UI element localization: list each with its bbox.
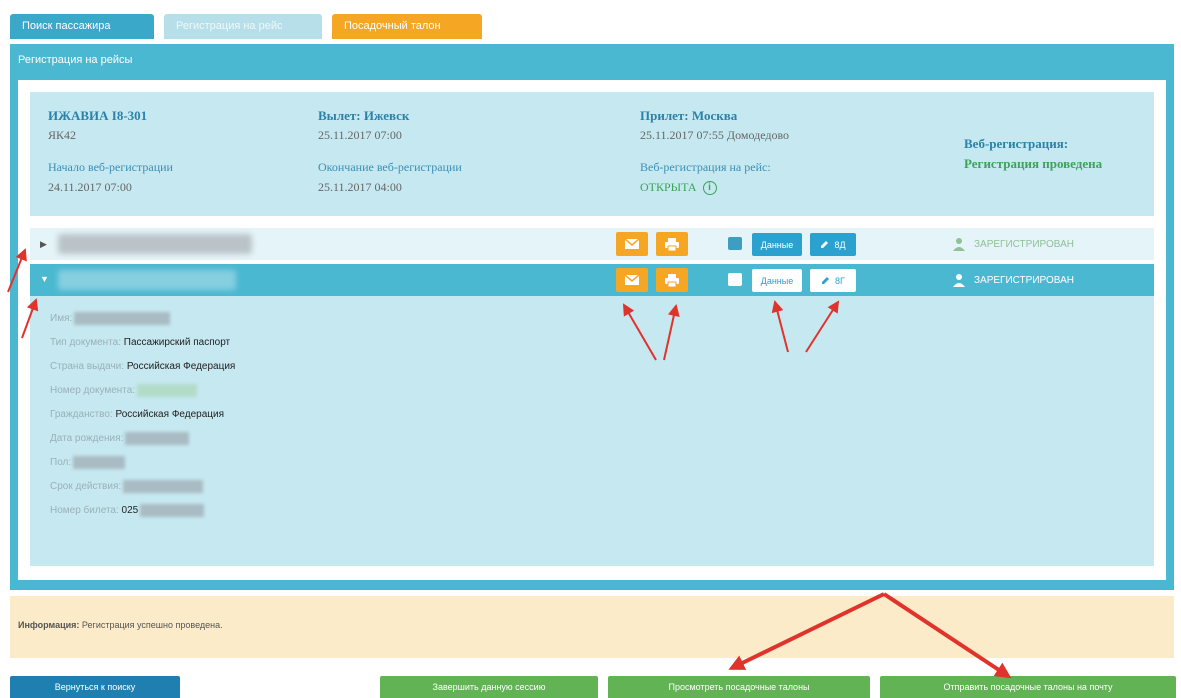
departure-label: Вылет: Ижевск — [318, 108, 410, 123]
citizenship-label: Гражданство: — [50, 408, 113, 420]
back-to-search-button[interactable]: Вернуться к поиску — [10, 676, 180, 698]
doc-number-redacted — [137, 383, 198, 397]
name-label: Имя: — [50, 312, 73, 324]
birth-redacted — [125, 431, 190, 445]
validity-redacted — [123, 479, 204, 493]
departure-time: 25.11.2017 07:00 — [318, 128, 402, 142]
seat-button[interactable]: 8Д — [810, 233, 856, 256]
webreg-flight-label: Веб-регистрация на рейс: — [640, 160, 771, 174]
panel-body: ИЖАВИА I8-301 ЯК42 Начало веб-регистраци… — [18, 80, 1166, 580]
webreg-status: Регистрация проведена — [964, 156, 1103, 171]
email-button[interactable] — [616, 268, 648, 292]
expand-icon[interactable]: ▶ — [40, 239, 47, 250]
baggage-icon — [728, 273, 742, 286]
detail-name: Имя: — [50, 310, 171, 326]
notice-label: Информация: — [18, 620, 80, 630]
flight-number: ИЖАВИА I8-301 — [48, 108, 148, 123]
registration-panel: Регистрация на рейсы ИЖАВИА I8-301 ЯК42 … — [10, 44, 1174, 590]
pencil-icon — [821, 241, 829, 248]
doc-number-label: Номер документа: — [50, 384, 136, 396]
flight-info: ИЖАВИА I8-301 ЯК42 Начало веб-регистраци… — [30, 92, 1154, 216]
passenger-data-button[interactable]: Данные — [752, 233, 802, 256]
detail-doc-type: Тип документа: Пассажирский паспорт — [50, 334, 230, 350]
user-icon — [953, 274, 965, 287]
ticket-prefix: 025 — [121, 504, 139, 516]
seat-label: 8Д — [834, 239, 846, 250]
panel-title: Регистрация на рейсы — [18, 54, 133, 66]
user-icon — [953, 238, 965, 251]
print-button[interactable] — [656, 232, 688, 256]
seat-button[interactable]: 8Г — [810, 269, 856, 292]
detail-ticket: Номер билета: 025 — [50, 502, 205, 518]
webreg-end-value: 25.11.2017 04:00 — [318, 180, 402, 194]
status-label: ЗАРЕГИСТРИРОВАН — [974, 238, 1074, 250]
detail-birth: Дата рождения: — [50, 430, 190, 446]
arrival-label: Прилет: Москва — [640, 108, 738, 123]
seat-label: 8Г — [835, 275, 845, 286]
country-value: Российская Федерация — [126, 360, 236, 372]
aircraft-type: ЯК42 — [48, 128, 77, 142]
status-label: ЗАРЕГИСТРИРОВАН — [974, 274, 1074, 286]
passenger-data-button[interactable]: Данные — [752, 269, 802, 292]
print-button[interactable] — [656, 268, 688, 292]
webreg-flight-status-wrap: ОТКРЫТА i — [640, 180, 717, 195]
collapse-icon[interactable]: ▼ — [40, 274, 49, 284]
passenger-row[interactable]: ▶ Данные 8Д ЗАРЕГИСТРИРОВАН — [30, 228, 1154, 260]
passenger-details: Имя: Тип документа: Пассажирский паспорт… — [30, 296, 1154, 566]
webreg-flight-status: ОТКРЫТА — [640, 180, 697, 194]
detail-doc-number: Номер документа: — [50, 382, 198, 398]
detail-validity: Срок действия: — [50, 478, 204, 494]
printer-icon — [665, 273, 679, 287]
tab-flight-registration[interactable]: Регистрация на рейс — [164, 14, 322, 39]
registration-status: ЗАРЕГИСТРИРОВАН — [952, 273, 1074, 287]
notice-text: Информация: Регистрация успешно проведен… — [18, 620, 223, 630]
view-boarding-passes-button[interactable]: Просмотреть посадочные талоны — [608, 676, 870, 698]
data-button-label: Данные — [760, 239, 794, 250]
detail-country: Страна выдачи: Российская Федерация — [50, 358, 235, 374]
passenger-row-expanded[interactable]: ▼ Данные 8Г ЗАРЕГИСТРИРОВАН — [30, 264, 1154, 296]
email-button[interactable] — [616, 232, 648, 256]
webreg-end-label: Окончание веб-регистрации — [318, 160, 462, 174]
tab-boarding-pass[interactable]: Посадочный талон — [332, 14, 482, 39]
info-icon[interactable]: i — [702, 181, 717, 195]
doc-type-label: Тип документа: — [50, 336, 121, 348]
webreg-start-label: Начало веб-регистрации — [48, 160, 173, 174]
country-label: Страна выдачи: — [50, 360, 125, 372]
passenger-name-redacted — [58, 270, 236, 290]
pencil-icon — [822, 277, 830, 284]
notice-message: Регистрация успешно проведена. — [81, 620, 223, 630]
tab-passenger-search[interactable]: Поиск пассажира — [10, 14, 154, 39]
ticket-label: Номер билета: — [50, 504, 119, 516]
ticket-redacted — [140, 503, 205, 517]
envelope-icon — [625, 275, 639, 285]
webreg-start-value: 24.11.2017 07:00 — [48, 180, 132, 194]
envelope-icon — [625, 239, 639, 249]
name-redacted — [74, 311, 171, 325]
sex-label: Пол: — [50, 456, 72, 468]
printer-icon — [665, 237, 679, 251]
passenger-name-redacted — [58, 234, 252, 254]
citizenship-value: Российская Федерация — [115, 408, 225, 420]
data-button-label: Данные — [760, 275, 794, 286]
validity-label: Срок действия: — [50, 480, 122, 492]
birth-label: Дата рождения: — [50, 432, 124, 444]
baggage-icon — [728, 237, 742, 250]
detail-sex: Пол: — [50, 454, 126, 470]
registration-status: ЗАРЕГИСТРИРОВАН — [952, 237, 1074, 251]
send-boarding-passes-button[interactable]: Отправить посадочные талоны на почту — [880, 676, 1176, 698]
info-notice: Информация: Регистрация успешно проведен… — [10, 596, 1174, 658]
finish-session-button[interactable]: Завершить данную сессию — [380, 676, 598, 698]
sex-redacted — [73, 455, 126, 469]
webreg-label: Веб-регистрация: — [964, 136, 1069, 151]
doc-type-value: Пассажирский паспорт — [123, 336, 231, 348]
arrival-time: 25.11.2017 07:55 Домодедово — [640, 128, 790, 142]
detail-citizenship: Гражданство: Российская Федерация — [50, 406, 224, 422]
